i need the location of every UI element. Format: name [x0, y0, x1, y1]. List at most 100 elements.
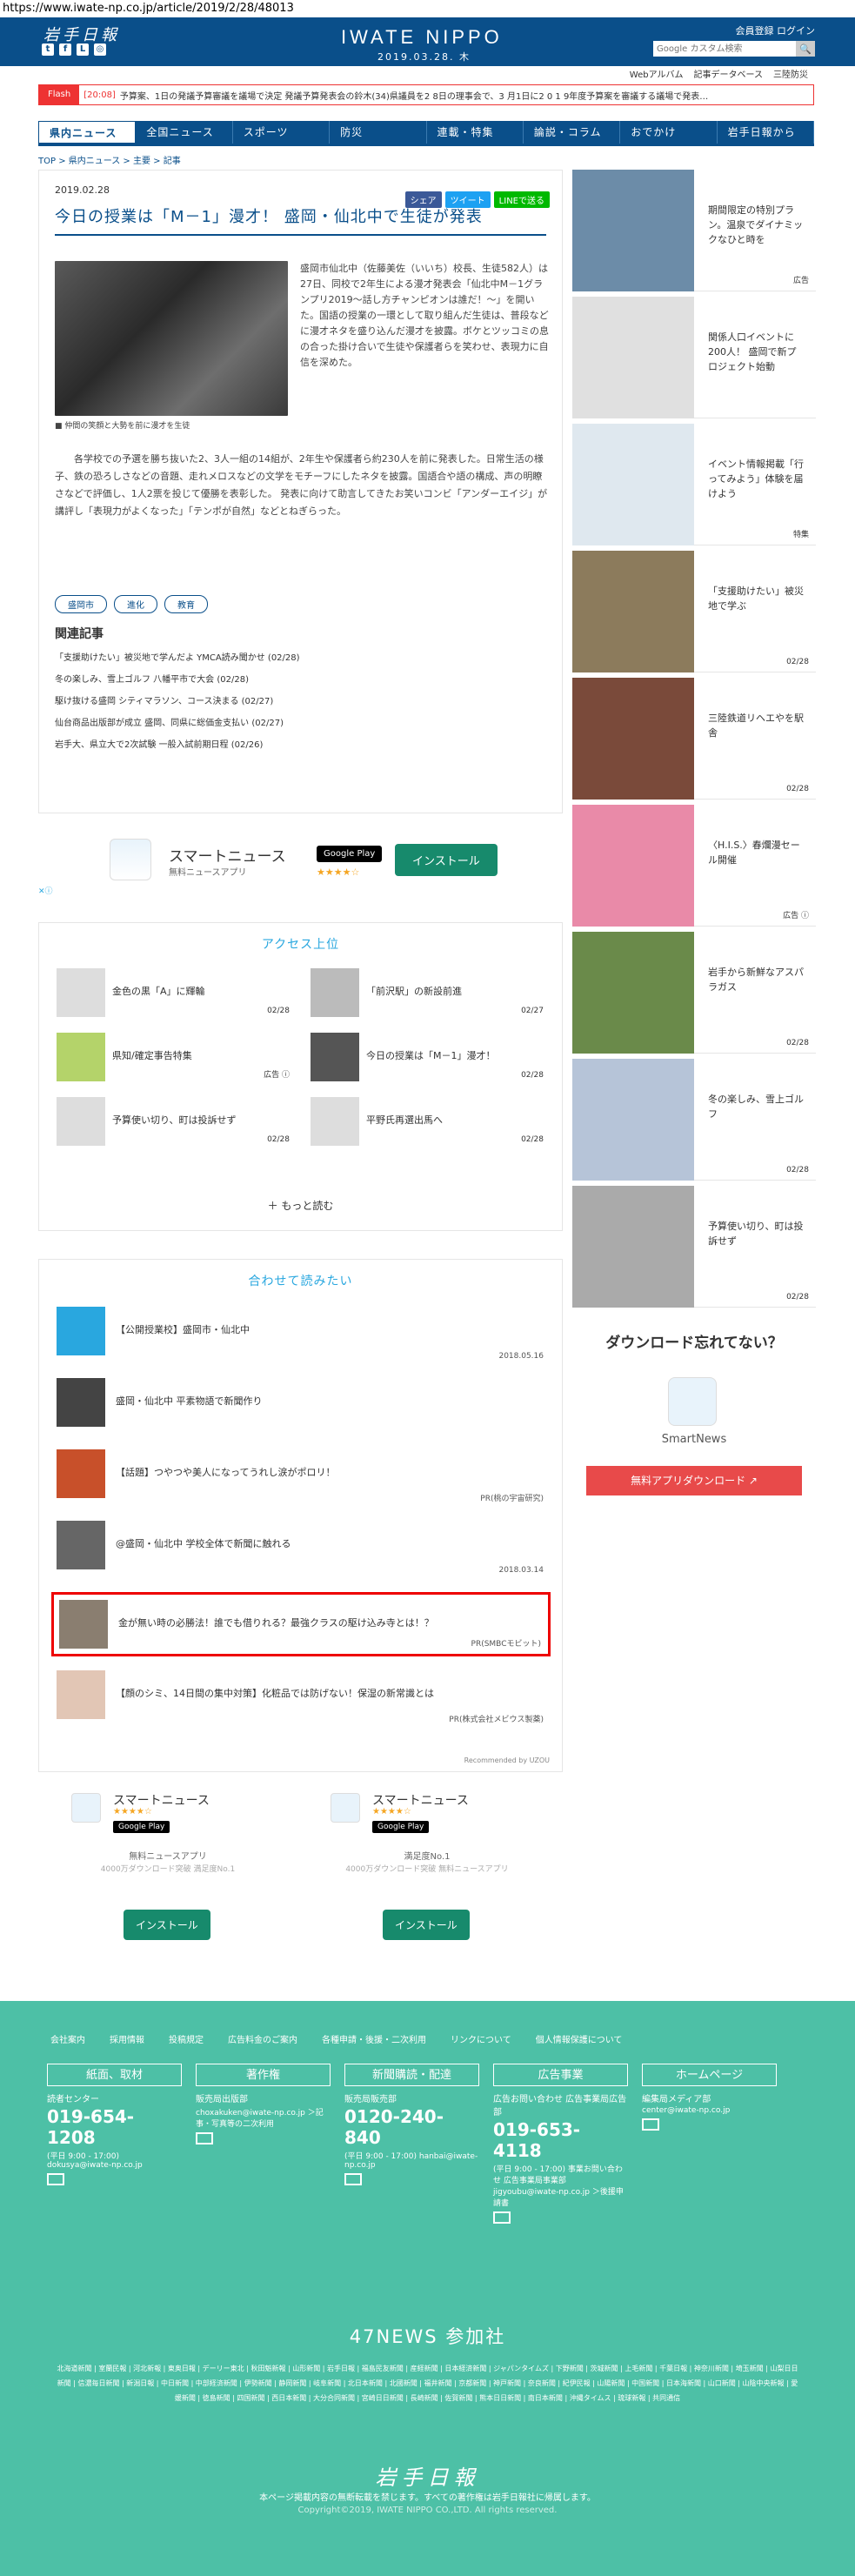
ranking-item[interactable]: 「前沢駅」の新設前進 02/27 — [311, 968, 544, 1017]
tag-morioka[interactable]: 盛岡市 — [55, 595, 107, 613]
flash-text[interactable]: 予算案、1日の発議予算審議を議場で決定 発議予算発表会の鈴木(34)県議員を2 … — [120, 89, 708, 102]
ranking-item[interactable]: 金色の黒「A」に輝輪 02/28 — [57, 968, 290, 1017]
facebook-share-button[interactable]: シェア — [404, 191, 442, 208]
contact-info[interactable]: center@iwate-np.co.jp — [642, 2106, 777, 2115]
login-links[interactable]: 会員登録 ログイン — [736, 23, 816, 37]
sidebar-item[interactable]: イベント情報掲載「行ってみよう」体験を届けよう 特集 — [572, 424, 816, 545]
nav-series[interactable]: 連載・特集 — [427, 121, 524, 144]
contact-heading[interactable]: 新聞購読・配達 — [344, 2064, 479, 2086]
url-bar[interactable]: https://www.iwate-np.co.jp/article/2019/… — [0, 0, 855, 17]
nav-from-nippo[interactable]: 岩手日報から — [718, 121, 814, 144]
sidebar-item[interactable]: 三陸鉄道リヘエやを駅舎 02/28 — [572, 678, 816, 800]
related-item[interactable]: 「支援助けたい」被災地で学んだよ YMCA読み聞かせ (02/28) — [55, 647, 300, 669]
mail-icon[interactable] — [47, 2173, 64, 2185]
download-button[interactable]: 無料アプリダウンロード ↗ — [586, 1466, 802, 1495]
read-item[interactable]: @盛岡・仙北中 学校全体で新聞に触れる 2018.03.14 — [57, 1515, 544, 1580]
related-item[interactable]: 駆け抜ける盛岡 シティマラソン、コース決まる (02/27) — [55, 691, 300, 713]
related-item[interactable]: 冬の楽しみ、雪上ゴルフ 八幡平市で大会 (02/28) — [55, 669, 300, 691]
line-icon[interactable]: L — [77, 43, 89, 56]
ranking-item[interactable]: 県知/確定事告特集 広告 ⓘ — [57, 1033, 290, 1081]
contact-heading[interactable]: 広告事業 — [493, 2064, 628, 2086]
adchoices-icon[interactable]: ✕ⓘ — [38, 885, 53, 896]
contact-dept: 読者センター — [47, 2095, 99, 2104]
footer-logo[interactable]: 岩手日報 — [0, 2460, 855, 2491]
facebook-icon[interactable]: f — [59, 43, 71, 56]
mail-icon[interactable] — [196, 2132, 213, 2144]
contact-heading[interactable]: ホームページ — [642, 2064, 777, 2086]
footer-link[interactable]: 投稿規定 — [169, 2032, 204, 2045]
nav-column[interactable]: 論説・コラム — [524, 121, 621, 144]
sidebar-item[interactable]: 予算使い切り、町は投訴せず 02/28 — [572, 1186, 816, 1308]
install-button[interactable]: インストール — [124, 1910, 210, 1940]
tweet-button[interactable]: ツイート — [444, 191, 491, 208]
mail-icon[interactable] — [344, 2173, 362, 2185]
site-logo[interactable]: 岩手日報 — [43, 23, 120, 45]
contact-heading[interactable]: 紙面、取材 — [47, 2064, 182, 2086]
sidebar-item[interactable]: 関係人口イベントに200人！ 盛岡で新プロジェクト始動 — [572, 297, 816, 418]
nav-sports[interactable]: スポーツ — [233, 121, 331, 144]
subnav-database[interactable]: 記事データベース — [694, 67, 764, 80]
contact-info[interactable]: (平日 9:00 - 17:00) 事業お問い合わせ 広告事業局事業部 jigy… — [493, 2163, 628, 2208]
twitter-icon[interactable]: t — [42, 43, 54, 56]
more-button[interactable]: ＋ もっと読む — [39, 1198, 562, 1213]
nav-bousai[interactable]: 防災 — [330, 121, 427, 144]
contact-heading[interactable]: 著作権 — [196, 2064, 331, 2086]
related-item[interactable]: 岩手大、県立大で2次試験 一般入試前期日程 (02/26) — [55, 734, 300, 756]
read-item[interactable]: 盛岡・仙北中 平素物語で新聞作り — [57, 1373, 544, 1437]
sidebar-item[interactable]: 「支援助けたい」被災地で学ぶ 02/28 — [572, 551, 816, 672]
brand-name[interactable]: IWATE NIPPO — [341, 26, 503, 49]
read-item[interactable]: 【顔のシミ、14日間の集中対策】化粧品では防げない！保湿の新常識とは PR(株式会… — [57, 1665, 544, 1730]
read-item[interactable]: 【公開授業校】盛岡市・仙北中 2018.05.16 — [57, 1301, 544, 1366]
breadcrumb[interactable]: TOP > 県内ニュース > 主要 > 記事 — [38, 153, 181, 166]
nav-local[interactable]: 県内ニュース — [38, 121, 137, 144]
flash-time: [20:08] — [83, 90, 116, 100]
footer-link[interactable]: 各種申請・後援・二次利用 — [322, 2032, 426, 2045]
smartnews-ad-card[interactable]: スマートニュース ★★★★☆ Google Play 満足度No.1 4000万… — [320, 1781, 534, 1962]
search-input[interactable] — [653, 41, 796, 57]
ranking-item[interactable]: 平野氏再選出馬へ 02/28 — [311, 1097, 544, 1146]
instagram-icon[interactable]: ◎ — [94, 43, 106, 56]
flash-news[interactable]: Flash [20:08] 予算案、1日の発議予算審議を議場で決定 発議予算発表… — [38, 84, 814, 105]
ranking-item[interactable]: 予算使い切り、町は投訴せず 02/28 — [57, 1097, 290, 1146]
uzou-credit[interactable]: Recommended by UZOU — [464, 1756, 550, 1764]
footer-link[interactable]: 個人情報保護について — [536, 2032, 623, 2045]
phone-number[interactable]: 019-654-1208 — [47, 2106, 182, 2148]
mail-icon[interactable] — [642, 2118, 659, 2131]
google-play-badge: Google Play — [372, 1821, 430, 1833]
nav-national[interactable]: 全国ニュース — [136, 121, 233, 144]
sidebar-item[interactable]: 〈H.I.S.〉春爛漫セール開催 広告 ⓘ — [572, 805, 816, 927]
read-item[interactable]: 【話題】つやつや美人になってうれし涙がポロリ！ PR(桃の宇宙研究) — [57, 1444, 544, 1509]
sidebar-item[interactable]: 冬の楽しみ、雪上ゴルフ 02/28 — [572, 1059, 816, 1181]
ranking-item[interactable]: 今日の授業は「M－1」漫才！ 02/28 — [311, 1033, 544, 1081]
subnav-bousai[interactable]: 三陸防災 — [773, 67, 808, 80]
smartnews-side-ad[interactable]: ダウンロード忘れてない？ SmartNews 無料アプリダウンロード ↗ — [572, 1316, 816, 1508]
subnav-album[interactable]: Webアルバム — [630, 67, 684, 80]
contact-info[interactable]: (平日 9:00 - 17:00) dokusya@iwate-np.co.jp — [47, 2150, 182, 2170]
footer-link[interactable]: リンクについて — [451, 2032, 511, 2045]
related-item[interactable]: 仙台商品出版部が成立 盛岡、同県に総価金支払い (02/27) — [55, 713, 300, 734]
member-papers[interactable]: 北海道新聞 | 室蘭民報 | 河北新報 | 東奥日報 | デーリー東北 | 秋田… — [56, 2361, 799, 2405]
smartnews-ad-card[interactable]: スマートニュース ★★★★☆ Google Play 無料ニュースアプリ 400… — [61, 1781, 275, 1962]
mail-icon[interactable] — [493, 2211, 511, 2224]
install-button[interactable]: インストール — [395, 844, 498, 876]
read-title: @盛岡・仙北中 学校全体で新聞に触れる — [116, 1538, 291, 1549]
phone-number[interactable]: 0120-240-840 — [344, 2106, 479, 2148]
contact-info[interactable]: choxakuken@iwate-np.co.jp ＞記事・写真等の二次利用 — [196, 2106, 331, 2129]
nav-outing[interactable]: おでかけ — [620, 121, 718, 144]
tag-education[interactable]: 教育 — [164, 595, 208, 613]
ranking-title: 「前沢駅」の新設前進 — [366, 986, 462, 997]
line-share-button[interactable]: LINEで送る — [493, 191, 550, 208]
footer-link[interactable]: 広告料金のご案内 — [228, 2032, 297, 2045]
sidebar-item[interactable]: 期間限定の特別プラン。温泉でダイナミックなひと時を 広告 — [572, 170, 816, 291]
smartnews-ad-banner[interactable]: スマートニュース 無料ニュースアプリ Google Play ★★★★☆ インス… — [38, 826, 563, 896]
sidebar-item[interactable]: 岩手から新鮮なアスパラガス 02/28 — [572, 932, 816, 1054]
install-button[interactable]: インストール — [383, 1910, 470, 1940]
footer-link[interactable]: 採用情報 — [110, 2032, 144, 2045]
phone-number[interactable]: 019-653-4118 — [493, 2119, 628, 2161]
read-item-highlighted[interactable]: 金が無い時の必勝法！誰でも借りれる？最強クラスの駆け込み寺とは！？ PR(SMBC… — [51, 1592, 551, 1656]
contact-info[interactable]: (平日 9:00 - 17:00) hanbai@iwate-np.co.jp — [344, 2150, 479, 2170]
search-button[interactable]: 🔍 — [796, 41, 815, 57]
footer-link[interactable]: 会社案内 — [50, 2032, 85, 2045]
article-photo[interactable] — [55, 261, 288, 416]
tag-shinka[interactable]: 進化 — [114, 595, 157, 613]
